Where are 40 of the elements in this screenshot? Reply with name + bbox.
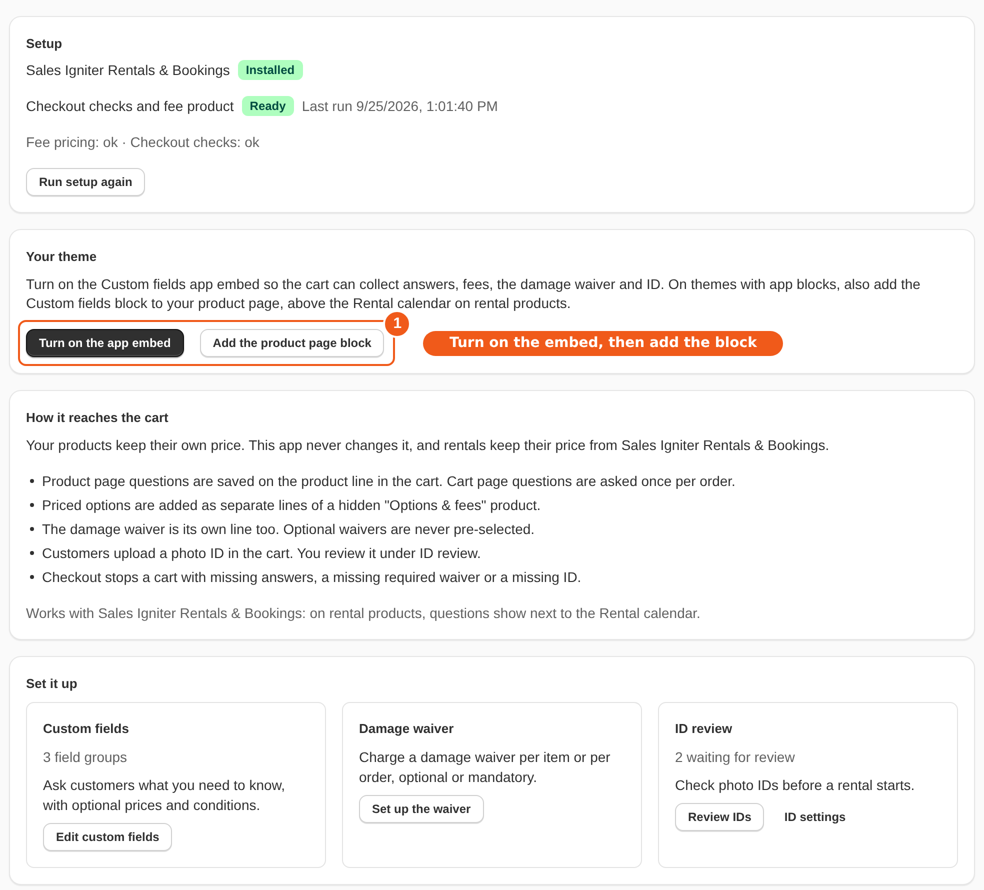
last-run-note: Last run 9/25/2026, 1:01:40 PM xyxy=(302,96,498,116)
button[interactable]: Review IDs xyxy=(675,803,764,831)
feature-meta: 3 field groups xyxy=(43,748,128,767)
intro-text: Your products keep their own price. This app never changes it, and rentals keep their price from Sales Igniter Rentals & Bookings. xyxy=(26,436,830,455)
bullet-text: Customers upload a photo ID in the cart. You review it under ID review. xyxy=(42,544,481,563)
section-title: How it reaches the cart xyxy=(26,409,170,427)
status-label: Checkout checks and fee product xyxy=(26,96,234,116)
callout-label: Turn on the embed, then add the block xyxy=(423,330,783,356)
summary-text: Fee pricing: ok · Checkout checks: ok xyxy=(26,133,260,152)
feature-description: Charge a damage waiver per item or per order, optional or mandatory. xyxy=(359,748,612,787)
bullet-text: Priced options are added as separate lines of a hidden "Options & fees" product. xyxy=(42,496,541,515)
button[interactable]: Add the product page block xyxy=(200,329,384,357)
button[interactable]: Set up the waiver xyxy=(359,795,484,823)
status-label: Sales Igniter Rentals & Bookings xyxy=(26,60,230,80)
bullet-text: Product page questions are saved on the product line in the cart. Cart page questions are asked once per order. xyxy=(42,472,736,491)
section-title: Setup xyxy=(26,35,64,53)
feature-description: Ask customers what you need to know, with optional prices and conditions. xyxy=(43,776,286,815)
status-badge: Installed xyxy=(238,60,303,80)
section-title: Your theme xyxy=(26,248,98,266)
feature-title: Damage waiver xyxy=(359,720,455,738)
button[interactable]: Edit custom fields xyxy=(43,823,172,851)
feature-meta: 2 waiting for review xyxy=(675,748,796,767)
bullet-icon xyxy=(30,479,34,483)
bullet-icon xyxy=(30,527,34,531)
feature-title: Custom fields xyxy=(43,720,130,738)
bullet-icon xyxy=(30,551,34,555)
feature-description: Check photo IDs before a rental starts. xyxy=(675,776,916,795)
bullet-icon xyxy=(30,503,34,507)
link-button[interactable]: ID settings xyxy=(772,803,858,831)
bullet-text: Checkout stops a cart with missing answers, a missing required waiver or a missing ID. xyxy=(42,568,582,587)
bullet-text: The damage waiver is its own line too. Optional waivers are never pre-selected. xyxy=(42,520,535,539)
feature-title: ID review xyxy=(675,720,734,738)
bullet-icon xyxy=(30,575,34,579)
status-badge: Ready xyxy=(242,96,294,116)
section-title: Set it up xyxy=(26,675,78,693)
button[interactable]: Turn on the app embed xyxy=(26,329,184,357)
description-text: Turn on the Custom fields app embed so the cart can collect answers, fees, the damage waiver and ID. On themes with app blocks, also add the Custom fields block to your product page, above the Rental calendar on rental products. xyxy=(26,275,922,313)
footnote-text: Works with Sales Igniter Rentals & Bookings: on rental products, questions show next to the Rental calendar. xyxy=(26,604,702,623)
button[interactable]: Run setup again xyxy=(26,168,146,196)
step-number-badge: 1 xyxy=(383,310,412,338)
